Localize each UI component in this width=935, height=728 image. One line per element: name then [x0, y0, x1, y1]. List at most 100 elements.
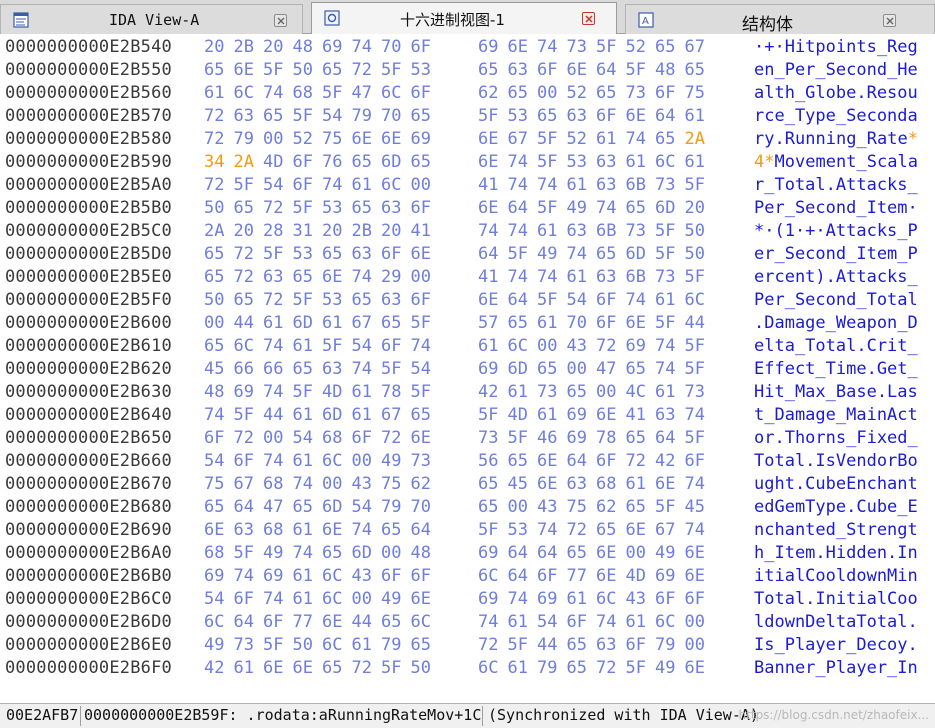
hex-row[interactable]: 0000000000E2B6E0 49 73 5F 50 6C 61 79 65 72 5F 44 65…: [0, 634, 935, 657]
hex-byte[interactable]: 6C: [204, 611, 224, 634]
close-icon[interactable]: [582, 12, 595, 25]
hex-byte[interactable]: 5F: [685, 427, 705, 450]
tab-hex-view-1[interactable]: 十六进制视图-1: [311, 2, 617, 34]
hex-byte[interactable]: 63: [596, 151, 616, 174]
hex-byte[interactable]: 49: [263, 542, 283, 565]
hex-byte[interactable]: 54: [293, 427, 313, 450]
hex-row[interactable]: 0000000000E2B6B0 69 74 69 61 6C 43 6F 6F 6C 64 6F 77…: [0, 565, 935, 588]
ascii-text[interactable]: rce_Type_Seconda: [754, 105, 918, 128]
hex-byte[interactable]: 6E: [508, 36, 528, 59]
hex-byte[interactable]: 00: [626, 542, 646, 565]
hex-byte[interactable]: 61: [322, 312, 342, 335]
hex-byte[interactable]: 74: [508, 174, 528, 197]
hex-byte[interactable]: 73: [411, 450, 431, 473]
hex-byte[interactable]: 48: [411, 542, 431, 565]
hex-byte[interactable]: 74: [204, 404, 224, 427]
hex-byte[interactable]: 74: [263, 335, 283, 358]
hex-byte[interactable]: 65: [567, 657, 587, 680]
hex-byte[interactable]: 65: [411, 634, 431, 657]
hex-byte[interactable]: 6C: [322, 565, 342, 588]
hex-byte[interactable]: 6E: [626, 105, 646, 128]
hex-byte[interactable]: 65: [234, 197, 254, 220]
hex-byte[interactable]: 65: [293, 496, 313, 519]
hex-byte[interactable]: 65: [626, 358, 646, 381]
hex-byte[interactable]: 6E: [411, 427, 431, 450]
hex-byte[interactable]: 00: [596, 381, 616, 404]
hex-byte[interactable]: 77: [293, 611, 313, 634]
hex-row[interactable]: 0000000000E2B670 75 67 68 74 00 43 75 62 65 45 6E 63…: [0, 473, 935, 496]
hex-byte[interactable]: 74: [567, 243, 587, 266]
hex-byte[interactable]: 44: [685, 312, 705, 335]
hex-byte[interactable]: 49: [655, 542, 675, 565]
hex-byte[interactable]: 64: [596, 59, 616, 82]
hex-byte[interactable]: 00: [263, 427, 283, 450]
hex-byte[interactable]: 63: [596, 266, 616, 289]
hex-byte[interactable]: 5F: [381, 358, 401, 381]
hex-byte[interactable]: 69: [567, 427, 587, 450]
hex-row[interactable]: 0000000000E2B5D0 65 72 5F 53 65 63 6F 6E 64 5F 49 74…: [0, 243, 935, 266]
hex-row[interactable]: 0000000000E2B650 6F 72 00 54 68 6F 72 6E 73 5F 46 69…: [0, 427, 935, 450]
hex-byte[interactable]: 65: [626, 197, 646, 220]
hex-byte[interactable]: 31: [293, 220, 313, 243]
hex-row[interactable]: 0000000000E2B600 00 44 61 6D 61 67 65 5F 57 65 61 70…: [0, 312, 935, 335]
hex-byte[interactable]: 61: [626, 473, 646, 496]
hex-byte[interactable]: 74: [352, 358, 372, 381]
hex-byte[interactable]: 73: [626, 82, 646, 105]
hex-byte[interactable]: 54: [352, 496, 372, 519]
hex-byte[interactable]: 73: [234, 634, 254, 657]
hex-byte[interactable]: 6F: [204, 427, 224, 450]
hex-byte[interactable]: 65: [293, 266, 313, 289]
hex-byte[interactable]: 47: [352, 82, 372, 105]
hex-byte[interactable]: 00: [508, 496, 528, 519]
hex-byte[interactable]: 6E: [567, 59, 587, 82]
hex-byte[interactable]: 67: [381, 404, 401, 427]
hex-byte[interactable]: 61: [508, 381, 528, 404]
hex-byte[interactable]: 63: [381, 289, 401, 312]
hex-byte[interactable]: 75: [567, 496, 587, 519]
close-icon[interactable]: [274, 14, 287, 27]
hex-byte[interactable]: 49: [381, 588, 401, 611]
hex-byte[interactable]: 00: [567, 358, 587, 381]
hex-byte[interactable]: 69: [478, 358, 498, 381]
hex-byte[interactable]: 41: [626, 404, 646, 427]
hex-byte[interactable]: 72: [567, 519, 587, 542]
hex-byte[interactable]: 6F: [411, 36, 431, 59]
hex-byte[interactable]: 6E: [381, 128, 401, 151]
hex-byte[interactable]: 50: [204, 289, 224, 312]
ascii-text[interactable]: ught.CubeEnchant: [754, 473, 918, 496]
hex-byte[interactable]: 64: [234, 611, 254, 634]
hex-byte[interactable]: 65: [567, 381, 587, 404]
hex-byte[interactable]: 69: [478, 542, 498, 565]
hex-byte[interactable]: 74: [508, 220, 528, 243]
hex-byte[interactable]: 65: [322, 542, 342, 565]
hex-byte[interactable]: 73: [685, 381, 705, 404]
hex-row[interactable]: 0000000000E2B5E0 65 72 63 65 6E 74 29 00 41 74 74 61…: [0, 266, 935, 289]
hex-byte[interactable]: 65: [322, 657, 342, 680]
hex-byte[interactable]: 6C: [411, 611, 431, 634]
hex-byte[interactable]: 74: [508, 151, 528, 174]
hex-byte[interactable]: 6F: [293, 174, 313, 197]
hex-byte[interactable]: 6E: [478, 289, 498, 312]
hex-byte[interactable]: 61: [352, 381, 372, 404]
hex-byte[interactable]: 73: [626, 220, 646, 243]
hex-byte[interactable]: 49: [537, 243, 557, 266]
hex-byte[interactable]: 2B: [234, 36, 254, 59]
hex-byte[interactable]: 65: [626, 496, 646, 519]
hex-byte[interactable]: 52: [567, 82, 587, 105]
hex-byte[interactable]: 5F: [263, 634, 283, 657]
hex-byte[interactable]: 20: [204, 36, 224, 59]
hex-byte[interactable]: 65: [411, 105, 431, 128]
hex-byte[interactable]: 6E: [537, 473, 557, 496]
hex-byte[interactable]: 61: [508, 657, 528, 680]
hex-byte[interactable]: 6F: [685, 588, 705, 611]
hex-byte[interactable]: 6F: [234, 450, 254, 473]
hex-byte[interactable]: 5F: [293, 197, 313, 220]
hex-row[interactable]: 0000000000E2B550 65 6E 5F 50 65 72 5F 53 65 63 6F 6E…: [0, 59, 935, 82]
hex-byte[interactable]: 74: [508, 266, 528, 289]
hex-byte[interactable]: 74: [596, 611, 616, 634]
hex-byte[interactable]: 00: [263, 128, 283, 151]
hex-byte[interactable]: 50: [293, 634, 313, 657]
ascii-text[interactable]: Hit_Max_Base.Las: [754, 381, 918, 404]
hex-byte[interactable]: 6E: [596, 565, 616, 588]
hex-byte[interactable]: 65: [381, 312, 401, 335]
